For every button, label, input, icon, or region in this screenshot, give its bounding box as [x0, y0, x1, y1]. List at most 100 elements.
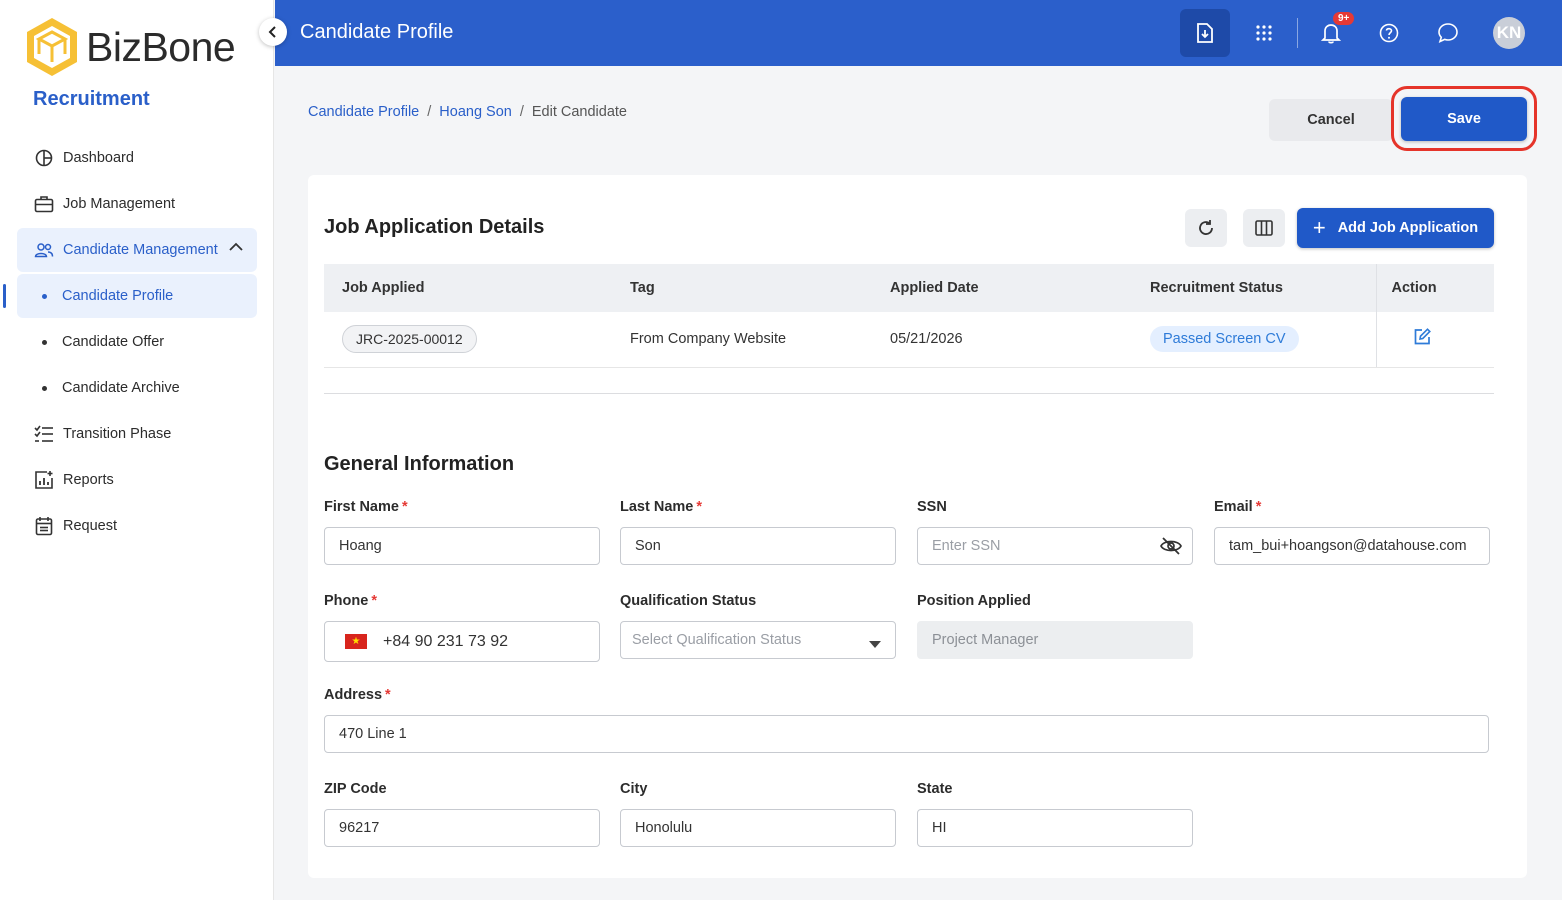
sidebar-item-label: Reports — [63, 472, 114, 488]
state-field: State HI — [917, 781, 1193, 847]
position-applied-input: Project Manager — [917, 621, 1193, 659]
eye-off-icon[interactable] — [1160, 537, 1182, 559]
zip-code-label: ZIP Code — [324, 781, 387, 797]
sidebar-item-label: Request — [63, 518, 118, 534]
zip-code-input[interactable]: 96217 — [324, 809, 600, 847]
download-button[interactable] — [1180, 9, 1230, 57]
notifications-button[interactable]: 9+ — [1306, 9, 1356, 57]
sidebar-item-label: Candidate Profile — [62, 288, 174, 304]
apps-button[interactable] — [1239, 9, 1289, 57]
add-job-application-button[interactable]: + Add Job Application — [1297, 208, 1494, 248]
sidebar-item-label: Candidate Offer — [62, 334, 165, 350]
active-indicator — [3, 284, 6, 308]
divider — [1297, 18, 1298, 48]
last-name-input[interactable]: Son — [620, 527, 896, 565]
sidebar-item-job-management[interactable]: Job Management — [17, 182, 257, 226]
sidebar-item-candidate-profile[interactable]: Candidate Profile — [3, 274, 257, 318]
sidebar-item-request[interactable]: Request — [17, 504, 257, 548]
job-applications-table: Job Applied Tag Applied Date Recruitment… — [324, 264, 1494, 368]
breadcrumb: Candidate Profile / Hoang Son / Edit Candida… — [308, 104, 627, 120]
plus-icon: + — [1312, 215, 1326, 240]
cancel-button[interactable]: Cancel — [1269, 99, 1393, 141]
email-input[interactable]: tam_bui+hoangson@datahouse.com — [1214, 527, 1490, 565]
chat-button[interactable] — [1423, 9, 1473, 57]
breadcrumb-separator: / — [519, 104, 524, 120]
action-cell — [1375, 312, 1494, 368]
columns-icon — [1255, 220, 1273, 236]
qualification-placeholder: Select Qualification Status — [632, 632, 802, 648]
address-input[interactable]: 470 Line 1 — [324, 715, 1489, 753]
save-button[interactable]: Save — [1401, 97, 1527, 141]
breadcrumb-candidate-name[interactable]: Hoang Son — [439, 104, 512, 120]
email-label: Email * — [1214, 499, 1262, 515]
first-name-label: First Name * — [324, 499, 408, 515]
edit-candidate-card: Job Application Details + Add Job Applic… — [308, 175, 1527, 878]
page-title: Candidate Profile — [300, 21, 454, 43]
sidebar-item-candidate-offer[interactable]: Candidate Offer — [17, 320, 257, 364]
sidebar-item-reports[interactable]: Reports — [17, 458, 257, 502]
collapse-sidebar-button[interactable] — [259, 18, 287, 46]
sidebar-item-label: Job Management — [63, 196, 176, 212]
job-code-pill[interactable]: JRC-2025-00012 — [342, 325, 477, 354]
columns-button[interactable] — [1243, 209, 1285, 247]
sidebar-item-candidate-management[interactable]: Candidate Management — [17, 228, 257, 272]
ssn-input[interactable]: Enter SSN — [917, 527, 1193, 565]
city-input[interactable]: Honolulu — [620, 809, 896, 847]
edit-icon[interactable] — [1413, 328, 1431, 346]
ssn-field: SSN Enter SSN — [917, 499, 1193, 565]
breadcrumb-separator: / — [427, 104, 432, 120]
phone-label: Phone * — [324, 593, 377, 609]
status-cell: Passed Screen CV — [1132, 312, 1376, 368]
logo-text: BizBone — [86, 23, 236, 70]
phone-field: Phone * ★ +84 90 231 73 92 — [324, 593, 600, 662]
column-header-tag: Tag — [612, 264, 872, 312]
briefcase-icon — [34, 194, 54, 214]
sidebar-item-candidate-archive[interactable]: Candidate Archive — [17, 366, 257, 410]
breadcrumb-candidate-profile[interactable]: Candidate Profile — [308, 104, 419, 120]
download-file-icon — [1197, 23, 1213, 43]
state-input[interactable]: HI — [917, 809, 1193, 847]
chevron-up-icon[interactable] — [229, 240, 243, 256]
app-name: Recruitment — [33, 88, 150, 110]
position-applied-label: Position Applied — [917, 593, 1031, 609]
sidebar-item-label: Transition Phase — [63, 426, 172, 442]
column-header-action: Action — [1375, 264, 1494, 312]
logo: BizBone — [24, 16, 236, 78]
bell-icon — [1321, 24, 1341, 44]
last-name-field: Last Name * Son — [620, 499, 896, 565]
chat-icon — [1438, 23, 1458, 43]
table-header-row: Job Applied Tag Applied Date Recruitment… — [324, 264, 1494, 312]
sidebar-item-dashboard[interactable]: Dashboard — [17, 136, 257, 180]
apps-grid-icon — [1256, 25, 1272, 41]
top-bar: Candidate Profile 9+ KN — [275, 0, 1562, 66]
avatar[interactable]: KN — [1493, 17, 1525, 49]
zip-code-field: ZIP Code 96217 — [324, 781, 600, 847]
state-label: State — [917, 781, 953, 797]
qualification-status-select[interactable]: Select Qualification Status — [620, 621, 896, 659]
ssn-placeholder: Enter SSN — [932, 538, 1001, 554]
applied-date-cell: 05/21/2026 — [872, 312, 1132, 368]
sidebar-item-label: Candidate Archive — [62, 380, 180, 396]
column-header-applied-date: Applied Date — [872, 264, 1132, 312]
city-field: City Honolulu — [620, 781, 896, 847]
users-icon — [34, 240, 54, 260]
refresh-button[interactable] — [1185, 209, 1227, 247]
refresh-icon — [1199, 220, 1213, 235]
phone-input[interactable]: ★ +84 90 231 73 92 — [324, 621, 600, 662]
sidebar-item-transition-phase[interactable]: Transition Phase — [17, 412, 257, 456]
add-job-application-label: Add Job Application — [1337, 220, 1479, 236]
table-row: JRC-2025-00012 From Company Website 05/2… — [324, 312, 1494, 368]
sidebar-nav: Dashboard Job Management Candidate Manag… — [3, 136, 257, 550]
column-header-recruitment-status: Recruitment Status — [1132, 264, 1376, 312]
vietnam-flag-icon[interactable]: ★ — [345, 634, 367, 649]
help-icon — [1379, 23, 1399, 43]
help-button[interactable] — [1364, 9, 1414, 57]
report-icon — [34, 470, 54, 490]
status-badge: Passed Screen CV — [1150, 326, 1299, 353]
job-application-title: Job Application Details — [324, 216, 545, 238]
checklist-icon — [34, 424, 54, 444]
dashboard-icon — [34, 148, 54, 168]
first-name-input[interactable]: Hoang — [324, 527, 600, 565]
bullet-icon — [42, 293, 47, 299]
calendar-icon — [34, 516, 54, 536]
